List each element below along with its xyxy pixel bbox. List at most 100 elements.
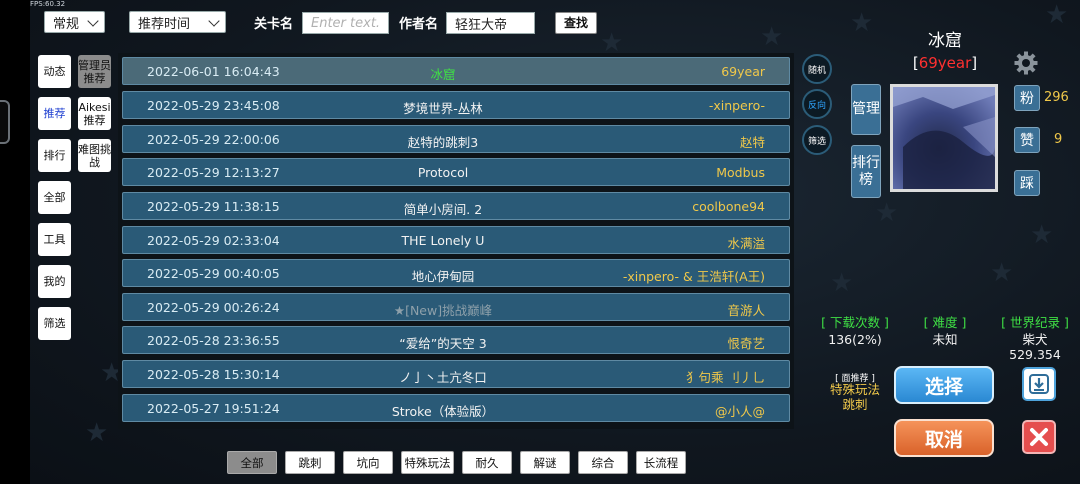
level-date: 2022-05-29 12:13:27 [147, 165, 280, 180]
sort-select[interactable]: 推荐时间 [129, 11, 226, 33]
level-row[interactable]: 2022-05-29 00:26:24 ★[New]挑战巅峰 音游人 [122, 293, 790, 321]
detail-author[interactable]: [69year] [890, 54, 1000, 72]
reverse-button[interactable]: 反向 [802, 89, 832, 119]
level-row[interactable]: 2022-05-29 12:13:27 Protocol Modbus [122, 158, 790, 186]
category-endurance[interactable]: 耐久 [462, 451, 512, 474]
author-label: 作者名 [399, 17, 439, 32]
level-row[interactable]: 2022-05-28 15:30:14 ノ亅丶土亢冬口 犭句乘 刂丿乚 [122, 360, 790, 388]
level-row[interactable]: 2022-05-29 02:33:04 THE Lonely U 水满溢 [122, 226, 790, 254]
search-button[interactable]: 查找 [555, 12, 597, 34]
level-author: 赵特 [739, 135, 765, 150]
level-thumbnail [890, 84, 998, 192]
category-spike-jump[interactable]: 跳刺 [285, 451, 335, 474]
subnav-admin-recommend[interactable]: 管理员推荐 [78, 55, 111, 88]
mode-select[interactable]: 常规 [44, 11, 105, 33]
level-name: Stroke（体验版） [391, 404, 495, 419]
category-mixed[interactable]: 综合 [578, 451, 628, 474]
level-name: ノ亅丶土亢冬口 [399, 370, 487, 385]
level-author: @小人@ [714, 404, 765, 419]
level-row[interactable]: 2022-05-29 23:45:08 梦境世界-丛林 -xinpero- [122, 91, 790, 119]
category-puzzle[interactable]: 解谜 [520, 451, 570, 474]
fans-count: 296 [1044, 90, 1069, 105]
level-author: -xinpero- & 王浩轩(A王) [622, 269, 765, 284]
detail-author-name: 69year [918, 54, 972, 72]
star-decoration: ★ [1030, 220, 1054, 250]
download-button[interactable] [1022, 367, 1056, 401]
cancel-button[interactable]: 取消 [894, 419, 994, 457]
dislike-button[interactable]: 踩 [1014, 170, 1040, 196]
level-name-input[interactable] [302, 12, 389, 34]
level-name: 梦境世界-丛林 [403, 101, 483, 116]
ranking-button[interactable]: 排行榜 [851, 145, 881, 198]
mode-select-value: 常规 [53, 16, 80, 32]
level-list[interactable]: 2022-06-01 16:04:43 冰窟 69year 2022-05-29… [118, 53, 794, 429]
nav-ranking[interactable]: 排行 [38, 139, 71, 172]
star-decoration: ★ [1045, 0, 1069, 30]
level-date: 2022-05-29 11:38:15 [147, 199, 280, 214]
level-date: 2022-05-29 00:26:24 [147, 300, 280, 315]
star-decoration: ★ [875, 198, 899, 228]
level-name-label: 关卡名 [254, 17, 294, 32]
subnav-hard-challenge[interactable]: 难图挑战 [78, 139, 111, 172]
level-row[interactable]: 2022-05-29 11:38:15 简单小房间. 2 coolbone94 [122, 192, 790, 220]
level-date: 2022-05-29 23:45:08 [147, 98, 280, 113]
fans-button[interactable]: 粉 [1014, 85, 1040, 111]
level-date: 2022-05-28 23:36:55 [147, 333, 280, 348]
chevron-down-icon [208, 15, 220, 27]
category-long[interactable]: 长流程 [636, 451, 686, 474]
manage-button[interactable]: 管理 [851, 84, 881, 135]
detail-title: 冰窟 [928, 31, 962, 51]
level-tags: 特殊玩法 跳刺 [815, 382, 895, 412]
category-troll[interactable]: 坑向 [343, 451, 393, 474]
category-all[interactable]: 全部 [227, 451, 277, 474]
level-author: -xinpero- [708, 98, 765, 113]
fps-counter: FPS:60.32 [30, 0, 66, 8]
download-icon [1029, 374, 1049, 394]
filter-button[interactable]: 筛选 [802, 125, 832, 155]
likes-count: 9 [1054, 132, 1063, 147]
level-row[interactable]: 2022-06-01 16:04:43 冰窟 69year [122, 57, 790, 85]
random-button[interactable]: 随机 [802, 54, 832, 84]
level-date: 2022-05-29 22:00:06 [147, 132, 280, 147]
level-row[interactable]: 2022-05-29 22:00:06 赵特的跳刺3 赵特 [122, 125, 790, 153]
level-name: THE Lonely U [401, 233, 485, 248]
nav-filter[interactable]: 筛选 [38, 307, 71, 340]
star-decoration: ★ [830, 268, 854, 298]
level-row[interactable]: 2022-05-29 00:40:05 地心伊甸园 -xinpero- & 王浩… [122, 259, 790, 287]
close-button[interactable] [1022, 420, 1056, 454]
close-icon [1030, 428, 1048, 446]
level-author: 犭句乘 刂丿乚 [686, 370, 765, 385]
level-name: ★[New]挑战巅峰 [393, 303, 493, 318]
level-date: 2022-05-29 00:40:05 [147, 266, 280, 281]
nav-feed[interactable]: 动态 [38, 55, 71, 88]
author-input[interactable] [446, 12, 535, 34]
level-date: 2022-06-01 16:04:43 [147, 64, 280, 79]
nav-recommend[interactable]: 推荐 [38, 97, 71, 130]
like-button[interactable]: 赞 [1014, 127, 1040, 153]
level-name: 简单小房间. 2 [403, 202, 483, 217]
record-holder: 柴犬 [1022, 332, 1048, 347]
level-browser: ★ ★ ★ ★ ★ ★ ★ ★ ★ ★ FPS:60.32 常规 推荐时间 关卡… [30, 0, 1080, 484]
subnav-aikesi-recommend[interactable]: Aikesi推荐 [78, 97, 111, 130]
select-button[interactable]: 选择 [894, 366, 994, 404]
level-name: 地心伊甸园 [411, 269, 475, 284]
level-name: Protocol [417, 165, 469, 180]
nav-all[interactable]: 全部 [38, 181, 71, 214]
level-author: 音游人 [727, 303, 765, 318]
bracket-close: ] [971, 54, 978, 72]
nav-tools[interactable]: 工具 [38, 223, 71, 256]
level-author: 恨奇艺 [727, 336, 765, 351]
nav-mine[interactable]: 我的 [38, 265, 71, 298]
sort-select-value: 推荐时间 [138, 16, 191, 32]
tag-line: 跳刺 [842, 397, 868, 412]
star-decoration: ★ [85, 418, 109, 448]
level-name: 冰窟 [430, 67, 456, 82]
level-row[interactable]: 2022-05-27 19:51:24 Stroke（体验版） @小人@ [122, 394, 790, 422]
gear-icon[interactable] [1014, 51, 1038, 75]
star-decoration: ★ [850, 8, 874, 38]
level-date: 2022-05-29 02:33:04 [147, 233, 280, 248]
chevron-down-icon [87, 15, 99, 27]
level-row[interactable]: 2022-05-28 23:36:55 “爱给”的天空 3 恨奇艺 [122, 326, 790, 354]
category-special[interactable]: 特殊玩法 [401, 451, 454, 474]
record-header: [ 世界纪录 ] [1001, 315, 1069, 330]
